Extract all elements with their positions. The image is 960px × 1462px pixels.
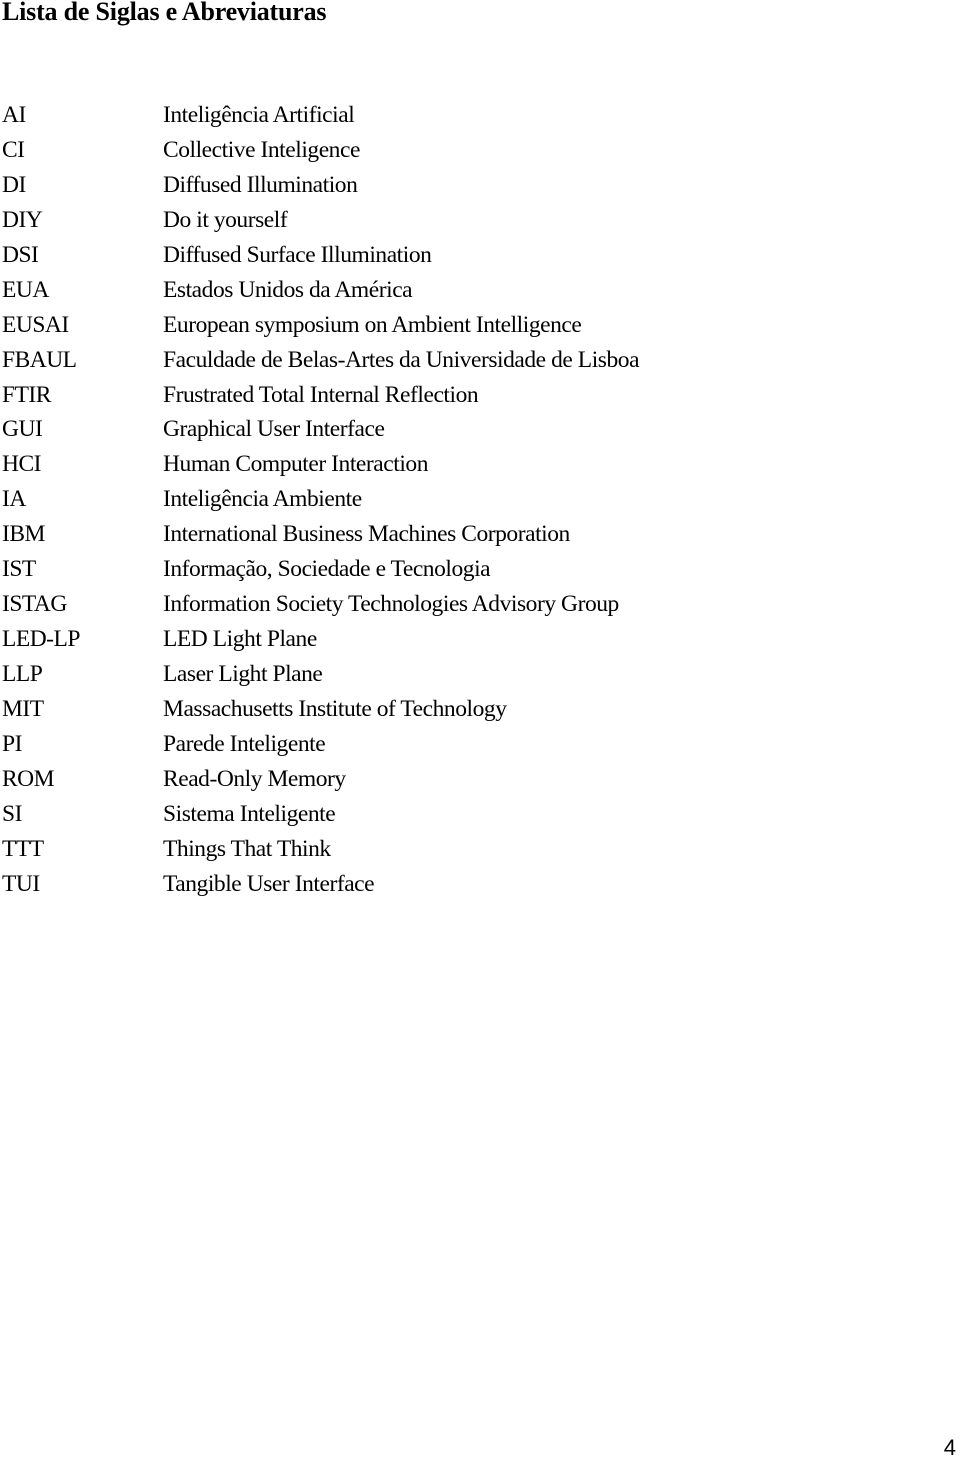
acronym-meaning: International Business Machines Corporat…	[163, 521, 570, 548]
abbreviation-row: DIY Do it yourself	[0, 205, 960, 240]
acronym-meaning: Faculdade de Belas-Artes da Universidade…	[163, 346, 640, 373]
abbreviation-row: LLP Laser Light Plane	[0, 659, 960, 694]
page-title: Lista de Siglas e Abreviaturas	[2, 0, 327, 26]
acronym: TTT	[2, 835, 44, 862]
acronym: LLP	[2, 661, 43, 687]
acronym-meaning: European symposium on Ambient Intelligen…	[163, 311, 582, 338]
acronym: DSI	[2, 241, 39, 268]
abbreviation-row: DSI Diffused Surface Illumination	[0, 240, 960, 275]
acronym: TUI	[2, 870, 40, 897]
acronym: ISTAG	[2, 591, 67, 618]
acronym: DIY	[2, 206, 43, 233]
abbreviation-row: CI Collective Inteligence	[0, 135, 960, 170]
abbreviation-row: IST Informação, Sociedade e Tecnologia	[0, 554, 960, 589]
abbreviation-row: EUA Estados Unidos da América	[0, 275, 960, 310]
acronym: DI	[2, 171, 26, 198]
acronym-meaning: Diffused Illumination	[163, 171, 358, 198]
acronym: IA	[2, 486, 26, 513]
abbreviation-row: IBM International Business Machines Corpo…	[0, 519, 960, 554]
acronym-meaning: Inteligência Ambiente	[163, 486, 362, 513]
abbreviation-row: PI Parede Inteligente	[0, 729, 960, 764]
acronym: ROM	[2, 765, 55, 792]
abbreviation-row: AI Inteligência Artificial	[0, 100, 960, 135]
abbreviation-row: SI Sistema Inteligente	[0, 799, 960, 834]
abbreviation-row: TUI Tangible User Interface	[0, 869, 960, 904]
acronym: HCI	[2, 451, 41, 478]
abbreviation-row: HCI Human Computer Interaction	[0, 449, 960, 484]
acronym: CI	[2, 136, 25, 163]
acronym-meaning: Frustrated Total Internal Reflection	[163, 381, 479, 408]
acronym: FBAUL	[2, 346, 77, 373]
acronym: LED-LP	[2, 626, 80, 653]
acronym-meaning: Read-Only Memory	[163, 765, 346, 792]
acronym-meaning: Sistema Inteligente	[163, 800, 336, 827]
acronym-meaning: Parede Inteligente	[163, 730, 326, 757]
acronym: AI	[2, 102, 26, 128]
acronym: EUSAI	[2, 311, 69, 338]
acronym-meaning: Tangible User Interface	[163, 870, 375, 897]
page-number: 4	[943, 1435, 956, 1460]
acronym: SI	[2, 800, 22, 827]
acronym-meaning: Graphical User Interface	[163, 416, 385, 443]
acronym-meaning: Estados Unidos da América	[163, 276, 413, 303]
abbreviation-row: ISTAG Information Society Technologies Ad…	[0, 589, 960, 624]
abbreviation-row: LED-LP LED Light Plane	[0, 624, 960, 659]
abbreviation-row: GUI Graphical User Interface	[0, 414, 960, 449]
abbreviation-row: MIT Massachusetts Institute of Technology	[0, 694, 960, 729]
acronym-meaning: Laser Light Plane	[163, 661, 323, 687]
acronym-meaning: Do it yourself	[163, 206, 288, 233]
acronym: IST	[2, 556, 36, 583]
abbreviation-list: AI Inteligência Artificial CI Collective I…	[0, 100, 960, 904]
acronym-meaning: Human Computer Interaction	[163, 451, 428, 478]
acronym-meaning: Things That Think	[163, 835, 331, 862]
acronym: EUA	[2, 276, 49, 303]
acronym-meaning: Inteligência Artificial	[163, 102, 355, 128]
acronym-meaning: Collective Inteligence	[163, 136, 360, 163]
acronym-meaning: LED Light Plane	[163, 626, 317, 653]
abbreviation-row: TTT Things That Think	[0, 834, 960, 869]
acronym: IBM	[2, 521, 45, 548]
acronym-meaning: Informação, Sociedade e Tecnologia	[163, 556, 491, 583]
abbreviation-row: FBAUL Faculdade de Belas-Artes da Univers…	[0, 345, 960, 380]
acronym: GUI	[2, 416, 43, 443]
acronym-meaning: Information Society Technologies Advisor…	[163, 591, 619, 618]
acronym-meaning: Diffused Surface Illumination	[163, 241, 432, 268]
abbreviation-row: DI Diffused Illumination	[0, 170, 960, 205]
abbreviation-row: EUSAI European symposium on Ambient Intel…	[0, 310, 960, 345]
abbreviation-row: IA Inteligência Ambiente	[0, 484, 960, 519]
acronym: MIT	[2, 695, 44, 722]
acronym: FTIR	[2, 381, 51, 408]
acronym-meaning: Massachusetts Institute of Technology	[163, 695, 507, 722]
abbreviation-row: ROM Read-Only Memory	[0, 764, 960, 799]
abbreviation-row: FTIR Frustrated Total Internal Reflection	[0, 380, 960, 415]
acronym: PI	[2, 730, 22, 757]
